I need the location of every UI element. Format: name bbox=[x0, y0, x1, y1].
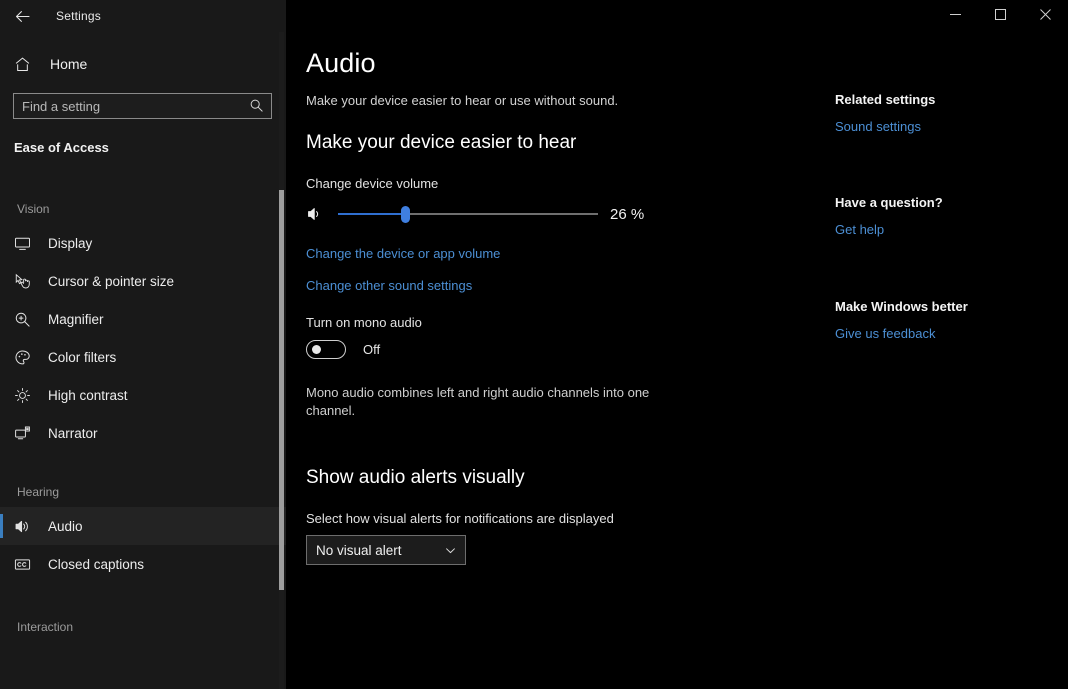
back-arrow-icon bbox=[14, 8, 31, 25]
visual-alert-dropdown-value: No visual alert bbox=[316, 542, 402, 558]
make-windows-better-block: Make Windows better Give us feedback bbox=[835, 299, 1050, 341]
window-controls bbox=[286, 0, 1068, 32]
search-input[interactable] bbox=[14, 94, 271, 118]
have-a-question-heading: Have a question? bbox=[835, 195, 943, 210]
link-give-us-feedback[interactable]: Give us feedback bbox=[835, 326, 935, 341]
sidebar-item-magnifier-label: Magnifier bbox=[48, 311, 104, 327]
magnifier-icon bbox=[14, 311, 38, 328]
sidebar-item-narrator-label: Narrator bbox=[48, 425, 98, 441]
minimize-button[interactable] bbox=[933, 0, 978, 32]
cursor-pointer-icon bbox=[14, 273, 38, 290]
volume-slider-row: 26 % bbox=[306, 199, 846, 229]
sidebar-item-color-filters-label: Color filters bbox=[48, 349, 117, 365]
speaker-icon bbox=[14, 518, 38, 535]
page-title: Audio bbox=[306, 48, 376, 78]
sidebar-group-hearing-label: Hearing bbox=[17, 485, 60, 499]
chevron-down-icon bbox=[444, 544, 457, 557]
close-icon bbox=[1040, 7, 1051, 25]
sidebar-item-cursor-pointer-size[interactable]: Cursor & pointer size bbox=[0, 262, 286, 300]
maximize-button[interactable] bbox=[978, 0, 1023, 32]
toggle-knob bbox=[312, 345, 321, 354]
page-subtitle: Make your device easier to hear or use w… bbox=[306, 93, 619, 108]
minimize-icon bbox=[950, 7, 961, 25]
home-icon bbox=[14, 56, 40, 73]
make-windows-better-heading: Make Windows better bbox=[835, 299, 968, 314]
sidebar-item-closed-captions[interactable]: Closed captions bbox=[0, 545, 286, 583]
back-button[interactable] bbox=[0, 0, 44, 32]
volume-slider[interactable] bbox=[338, 203, 598, 225]
link-change-device-or-app-volume[interactable]: Change the device or app volume bbox=[306, 246, 500, 261]
settings-content: Audio Make your device easier to hear or… bbox=[306, 32, 846, 565]
sidebar-item-closed-captions-label: Closed captions bbox=[48, 556, 145, 572]
sidebar-item-high-contrast-label: High contrast bbox=[48, 387, 128, 403]
closed-captions-icon bbox=[14, 556, 38, 573]
speaker-icon bbox=[306, 205, 332, 223]
sidebar-item-home[interactable]: Home bbox=[0, 44, 286, 84]
monitor-icon bbox=[14, 235, 38, 252]
slider-fill bbox=[338, 213, 406, 215]
link-change-other-sound-settings[interactable]: Change other sound settings bbox=[306, 278, 472, 293]
sidebar-item-home-label: Home bbox=[50, 56, 88, 72]
maximize-icon bbox=[995, 7, 1006, 25]
have-a-question-block: Have a question? Get help bbox=[835, 195, 1050, 237]
mono-audio-toggle-row: Off bbox=[306, 340, 846, 359]
brightness-icon bbox=[14, 387, 38, 404]
narrator-icon bbox=[14, 425, 38, 442]
close-button[interactable] bbox=[1023, 0, 1068, 32]
mono-audio-help-text: Mono audio combines left and right audio… bbox=[306, 385, 650, 418]
sidebar-item-magnifier[interactable]: Magnifier bbox=[0, 300, 286, 338]
search-box[interactable] bbox=[13, 93, 272, 119]
window-title: Settings bbox=[56, 9, 101, 23]
sidebar-item-display-label: Display bbox=[48, 235, 93, 251]
sidebar-item-color-filters[interactable]: Color filters bbox=[0, 338, 286, 376]
sidebar-item-audio-label: Audio bbox=[48, 518, 83, 534]
mono-audio-state: Off bbox=[363, 342, 381, 357]
link-get-help[interactable]: Get help bbox=[835, 222, 884, 237]
slider-thumb[interactable] bbox=[401, 206, 411, 223]
sidebar-group-vision-label: Vision bbox=[17, 202, 50, 216]
sidebar-item-audio[interactable]: Audio bbox=[0, 507, 286, 545]
sidebar-item-narrator[interactable]: Narrator bbox=[0, 414, 286, 452]
sidebar-category-title: Ease of Access bbox=[14, 140, 109, 155]
section-heading-alerts: Show audio alerts visually bbox=[306, 467, 525, 488]
sidebar-scrollbar-thumb[interactable] bbox=[279, 190, 284, 590]
section-heading-hear: Make your device easier to hear bbox=[306, 132, 577, 153]
visual-alerts-label: Select how visual alerts for notificatio… bbox=[306, 511, 614, 526]
sidebar-item-display[interactable]: Display bbox=[0, 224, 286, 262]
title-bar: Settings bbox=[0, 0, 1068, 32]
mono-audio-label: Turn on mono audio bbox=[306, 315, 422, 330]
title-bar-left: Settings bbox=[0, 0, 286, 32]
color-palette-icon bbox=[14, 349, 38, 366]
related-settings-panel: Related settings Sound settings Have a q… bbox=[835, 32, 1050, 341]
search-icon bbox=[249, 98, 264, 118]
sidebar-group-interaction-label: Interaction bbox=[17, 620, 74, 634]
link-sound-settings[interactable]: Sound settings bbox=[835, 119, 921, 134]
settings-window: Settings Home Find a setting Ease of Acc… bbox=[0, 0, 1068, 689]
volume-percent-value: 26 % bbox=[610, 205, 645, 223]
sidebar-item-cursor-pointer-size-label: Cursor & pointer size bbox=[48, 273, 175, 289]
volume-label: Change device volume bbox=[306, 176, 439, 191]
related-settings-block: Related settings Sound settings bbox=[835, 92, 1050, 134]
sidebar: Home Ease of Access Vision Display bbox=[0, 32, 286, 689]
sidebar-item-high-contrast[interactable]: High contrast bbox=[0, 376, 286, 414]
visual-alert-dropdown[interactable]: No visual alert bbox=[306, 535, 466, 565]
mono-audio-toggle[interactable] bbox=[306, 340, 346, 359]
related-settings-heading: Related settings bbox=[835, 92, 936, 107]
main-content: Audio Make your device easier to hear or… bbox=[286, 32, 1068, 689]
